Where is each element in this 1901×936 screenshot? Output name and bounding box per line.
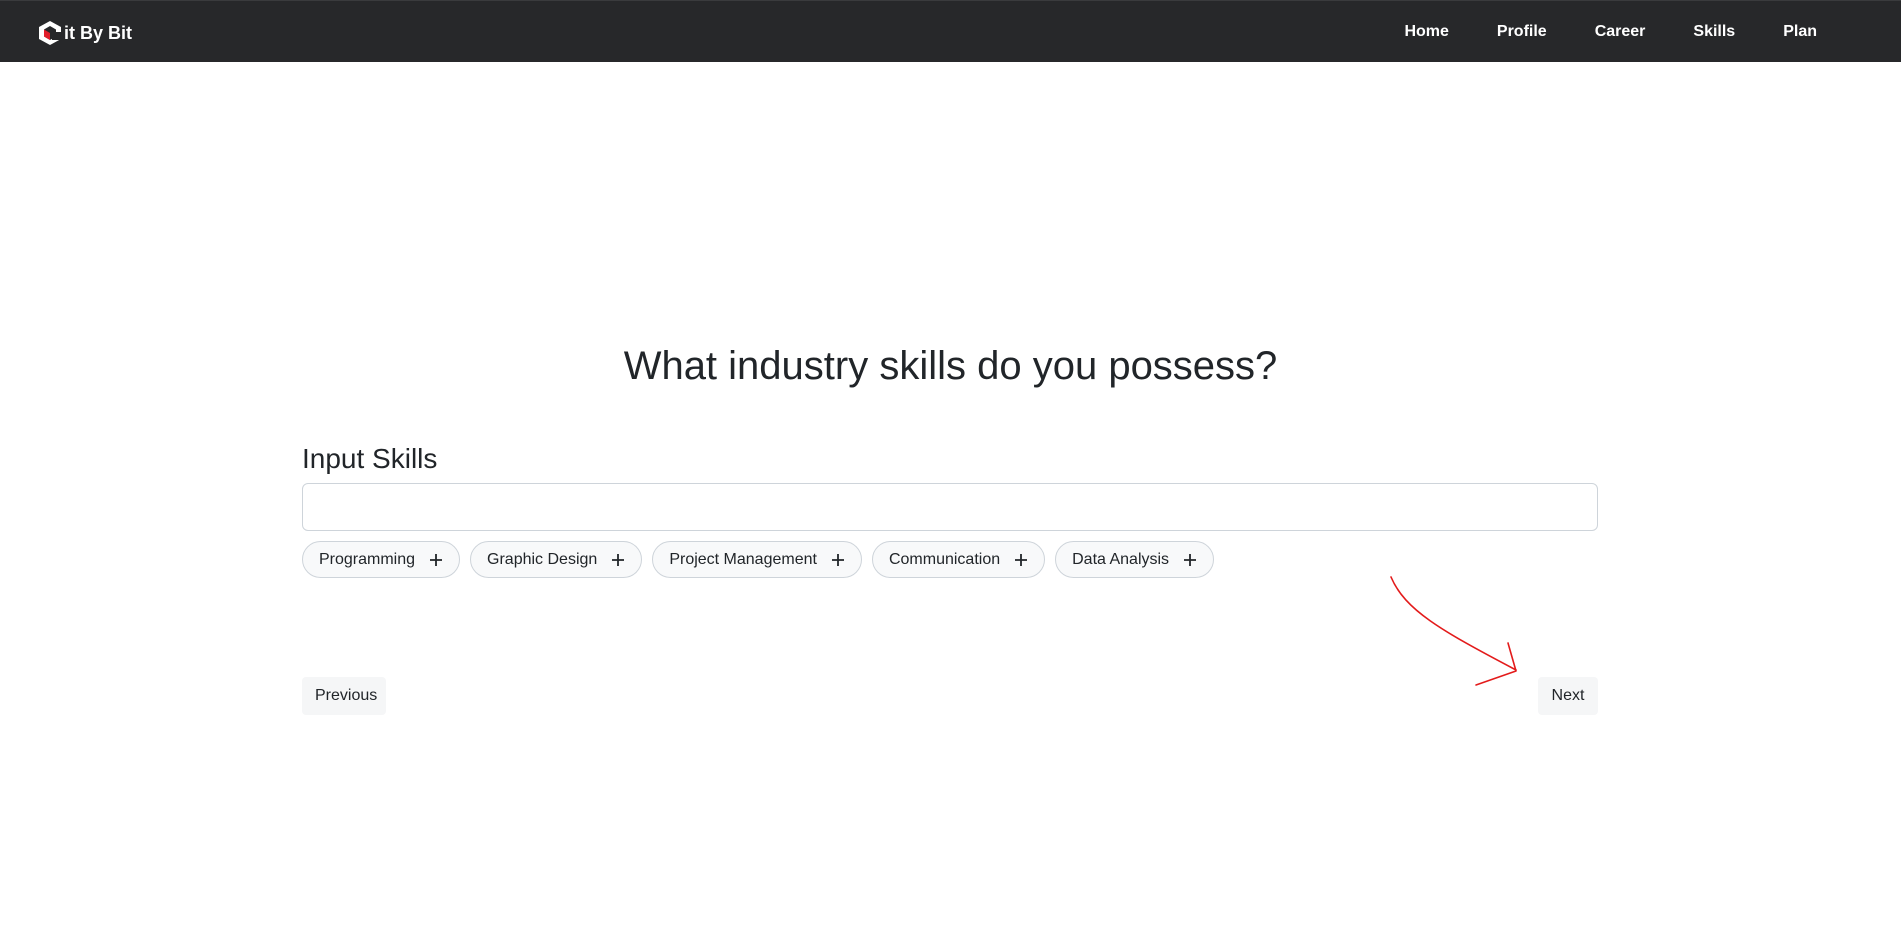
skill-chip-label: Communication <box>888 550 1001 568</box>
plus-icon <box>831 553 844 566</box>
page-question: What industry skills do you possess? <box>623 344 1278 388</box>
plus-icon <box>612 553 625 566</box>
input-skills-label: Input Skills <box>302 443 438 474</box>
skill-chip-data-analysis[interactable]: Data Analysis <box>1055 541 1215 578</box>
skills-input[interactable] <box>302 483 1598 531</box>
skill-chip-label: Project Management <box>669 550 817 568</box>
brand[interactable]: it By Bit <box>38 20 132 46</box>
skill-chip-communication[interactable]: Communication <box>871 541 1046 578</box>
nav-link-plan[interactable]: Plan <box>1759 23 1841 41</box>
annotation-arrow <box>1390 576 1517 686</box>
previous-button[interactable]: Previous <box>302 677 386 715</box>
skill-suggestions: Programming Graphic Design Project Manag… <box>302 541 1215 578</box>
nav-links: Home Profile Career Skills Plan <box>1380 1 1841 63</box>
nav-link-home[interactable]: Home <box>1380 23 1472 41</box>
brand-logo-icon <box>39 21 62 45</box>
plus-icon <box>1015 553 1028 566</box>
nav-link-career[interactable]: Career <box>1571 23 1670 41</box>
skill-chip-graphic-design[interactable]: Graphic Design <box>470 541 643 578</box>
navbar: it By Bit Home Profile Career Skills Pla… <box>0 0 1901 62</box>
nav-link-profile[interactable]: Profile <box>1473 23 1571 41</box>
skill-chip-label: Graphic Design <box>487 550 598 568</box>
skill-chip-project-management[interactable]: Project Management <box>652 541 862 578</box>
brand-name: it By Bit <box>64 22 133 43</box>
skill-chip-programming[interactable]: Programming <box>302 541 461 578</box>
skill-chip-label: Programming <box>319 550 416 568</box>
plus-icon <box>430 553 443 566</box>
next-button[interactable]: Next <box>1538 677 1598 715</box>
skill-chip-label: Data Analysis <box>1072 550 1170 568</box>
plus-icon <box>1184 553 1197 566</box>
nav-link-skills[interactable]: Skills <box>1669 23 1759 41</box>
